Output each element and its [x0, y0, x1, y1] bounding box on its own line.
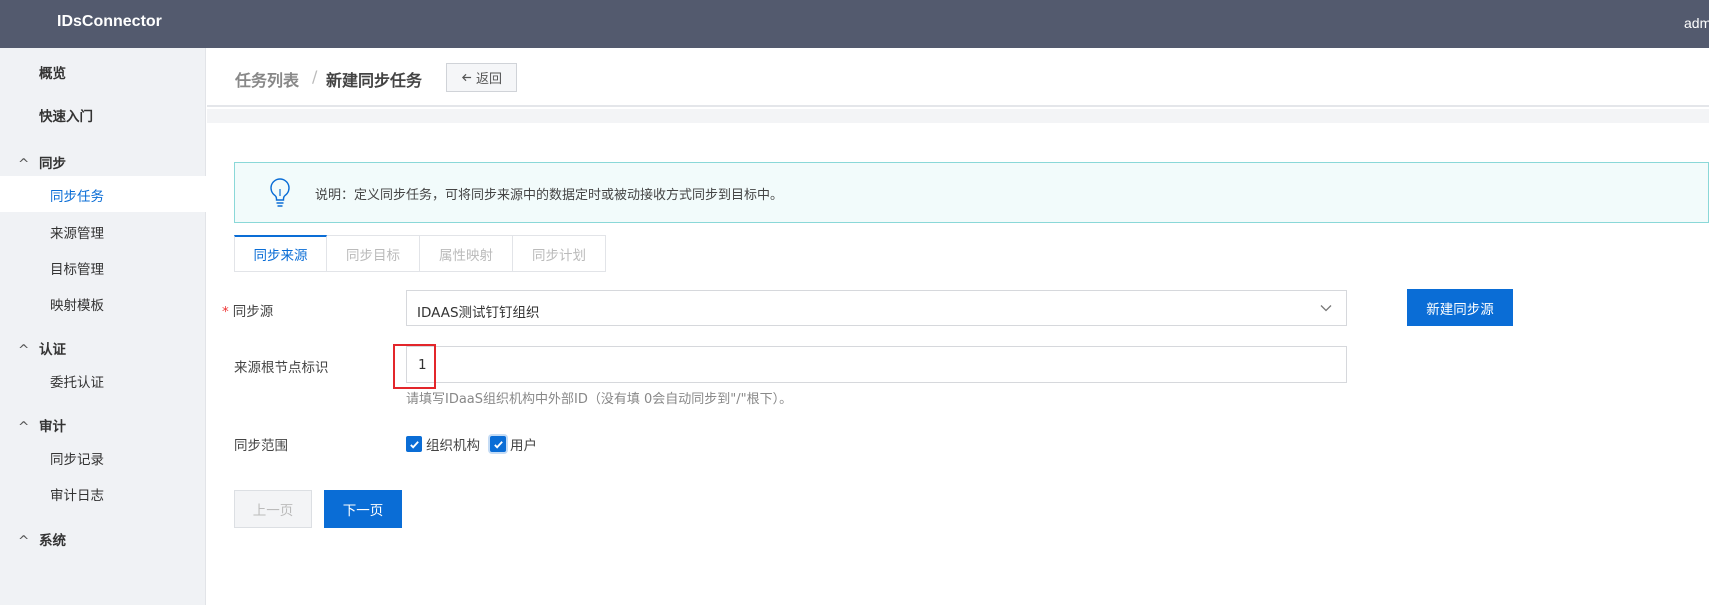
sidebar — [0, 48, 206, 605]
user-menu[interactable]: admin — [1684, 15, 1709, 31]
app-title: IDsConnector — [57, 13, 162, 30]
page-title: 新建同步任务 — [326, 71, 423, 90]
chevron-up-icon: ^ — [18, 342, 30, 358]
info-notice: 说明：定义同步任务，可将同步来源中的数据定时或被动接收方式同步到目标中。 — [234, 162, 1709, 223]
checkbox-checked-icon — [406, 436, 422, 452]
header-divider-band — [207, 109, 1709, 123]
sidebar-item-quickstart[interactable]: 快速入门 — [39, 105, 93, 125]
sidebar-item-sync-records[interactable]: 同步记录 — [50, 448, 104, 468]
tab-sync-schedule[interactable]: 同步计划 — [513, 235, 606, 272]
sidebar-group-label: 审计 — [39, 419, 66, 435]
sync-source-value: IDAAS测试钉钉组织 — [417, 305, 540, 321]
sync-scope-label: 同步范围 — [234, 438, 288, 454]
scope-org-label: 组织机构 — [426, 438, 480, 454]
sync-source-label: * 同步源 — [222, 300, 273, 320]
chevron-down-icon — [1320, 305, 1332, 312]
breadcrumb-separator: / — [312, 67, 318, 86]
scope-user-checkbox[interactable]: 用户 — [490, 434, 537, 454]
chevron-up-icon: ^ — [18, 533, 30, 549]
sync-source-label-text: 同步源 — [232, 304, 274, 320]
sidebar-group-label: 系统 — [39, 533, 66, 549]
new-sync-source-button[interactable]: 新建同步源 — [1407, 289, 1513, 326]
sidebar-group-label: 认证 — [39, 342, 66, 358]
scope-org-checkbox[interactable]: 组织机构 — [406, 434, 480, 454]
sidebar-group-sync[interactable]: ^ 同步 — [18, 152, 66, 172]
sidebar-group-label: 同步 — [39, 156, 66, 172]
breadcrumb-task-list[interactable]: 任务列表 — [235, 67, 299, 91]
prev-page-button[interactable]: 上一页 — [234, 490, 312, 528]
arrow-left-icon — [461, 73, 472, 82]
sidebar-group-auth[interactable]: ^ 认证 — [18, 338, 66, 358]
checkbox-checked-icon — [490, 436, 506, 452]
next-page-button[interactable]: 下一页 — [324, 490, 402, 528]
chevron-up-icon: ^ — [18, 419, 30, 435]
sidebar-item-sync-task[interactable]: 同步任务 — [50, 185, 104, 205]
lightbulb-icon — [270, 178, 290, 207]
sidebar-item-target-mgmt[interactable]: 目标管理 — [50, 258, 104, 278]
info-notice-text: 说明：定义同步任务，可将同步来源中的数据定时或被动接收方式同步到目标中。 — [315, 188, 784, 203]
tab-sync-source[interactable]: 同步来源 — [234, 235, 327, 272]
sidebar-item-audit-log[interactable]: 审计日志 — [50, 484, 104, 504]
root-node-label: 来源根节点标识 — [234, 360, 329, 376]
sidebar-item-source-mgmt[interactable]: 来源管理 — [50, 222, 104, 242]
required-marker: * — [222, 304, 229, 320]
root-node-input-wrapper — [406, 346, 1347, 383]
root-node-hint: 请填写IDaaS组织机构中外部ID（没有填 0会自动同步到"/"根下）。 — [406, 392, 793, 407]
back-button[interactable]: 返回 — [446, 63, 517, 92]
top-bar: IDsConnector admin — [0, 0, 1709, 48]
tab-sync-target[interactable]: 同步目标 — [327, 235, 420, 272]
back-button-label: 返回 — [475, 72, 502, 87]
step-tabs: 同步来源 同步目标 属性映射 同步计划 — [234, 235, 606, 272]
root-node-input[interactable] — [407, 347, 1346, 382]
sidebar-group-system[interactable]: ^ 系统 — [18, 529, 66, 549]
sidebar-item-mapping-template[interactable]: 映射模板 — [50, 294, 104, 314]
scope-user-label: 用户 — [510, 438, 537, 454]
sidebar-item-overview[interactable]: 概览 — [39, 62, 66, 82]
sync-source-select[interactable]: IDAAS测试钉钉组织 — [406, 290, 1347, 326]
page-header — [207, 48, 1709, 107]
tab-attribute-mapping[interactable]: 属性映射 — [420, 235, 513, 272]
chevron-up-icon: ^ — [18, 156, 30, 172]
sidebar-item-delegated-auth[interactable]: 委托认证 — [50, 371, 104, 391]
sidebar-group-audit[interactable]: ^ 审计 — [18, 415, 66, 435]
